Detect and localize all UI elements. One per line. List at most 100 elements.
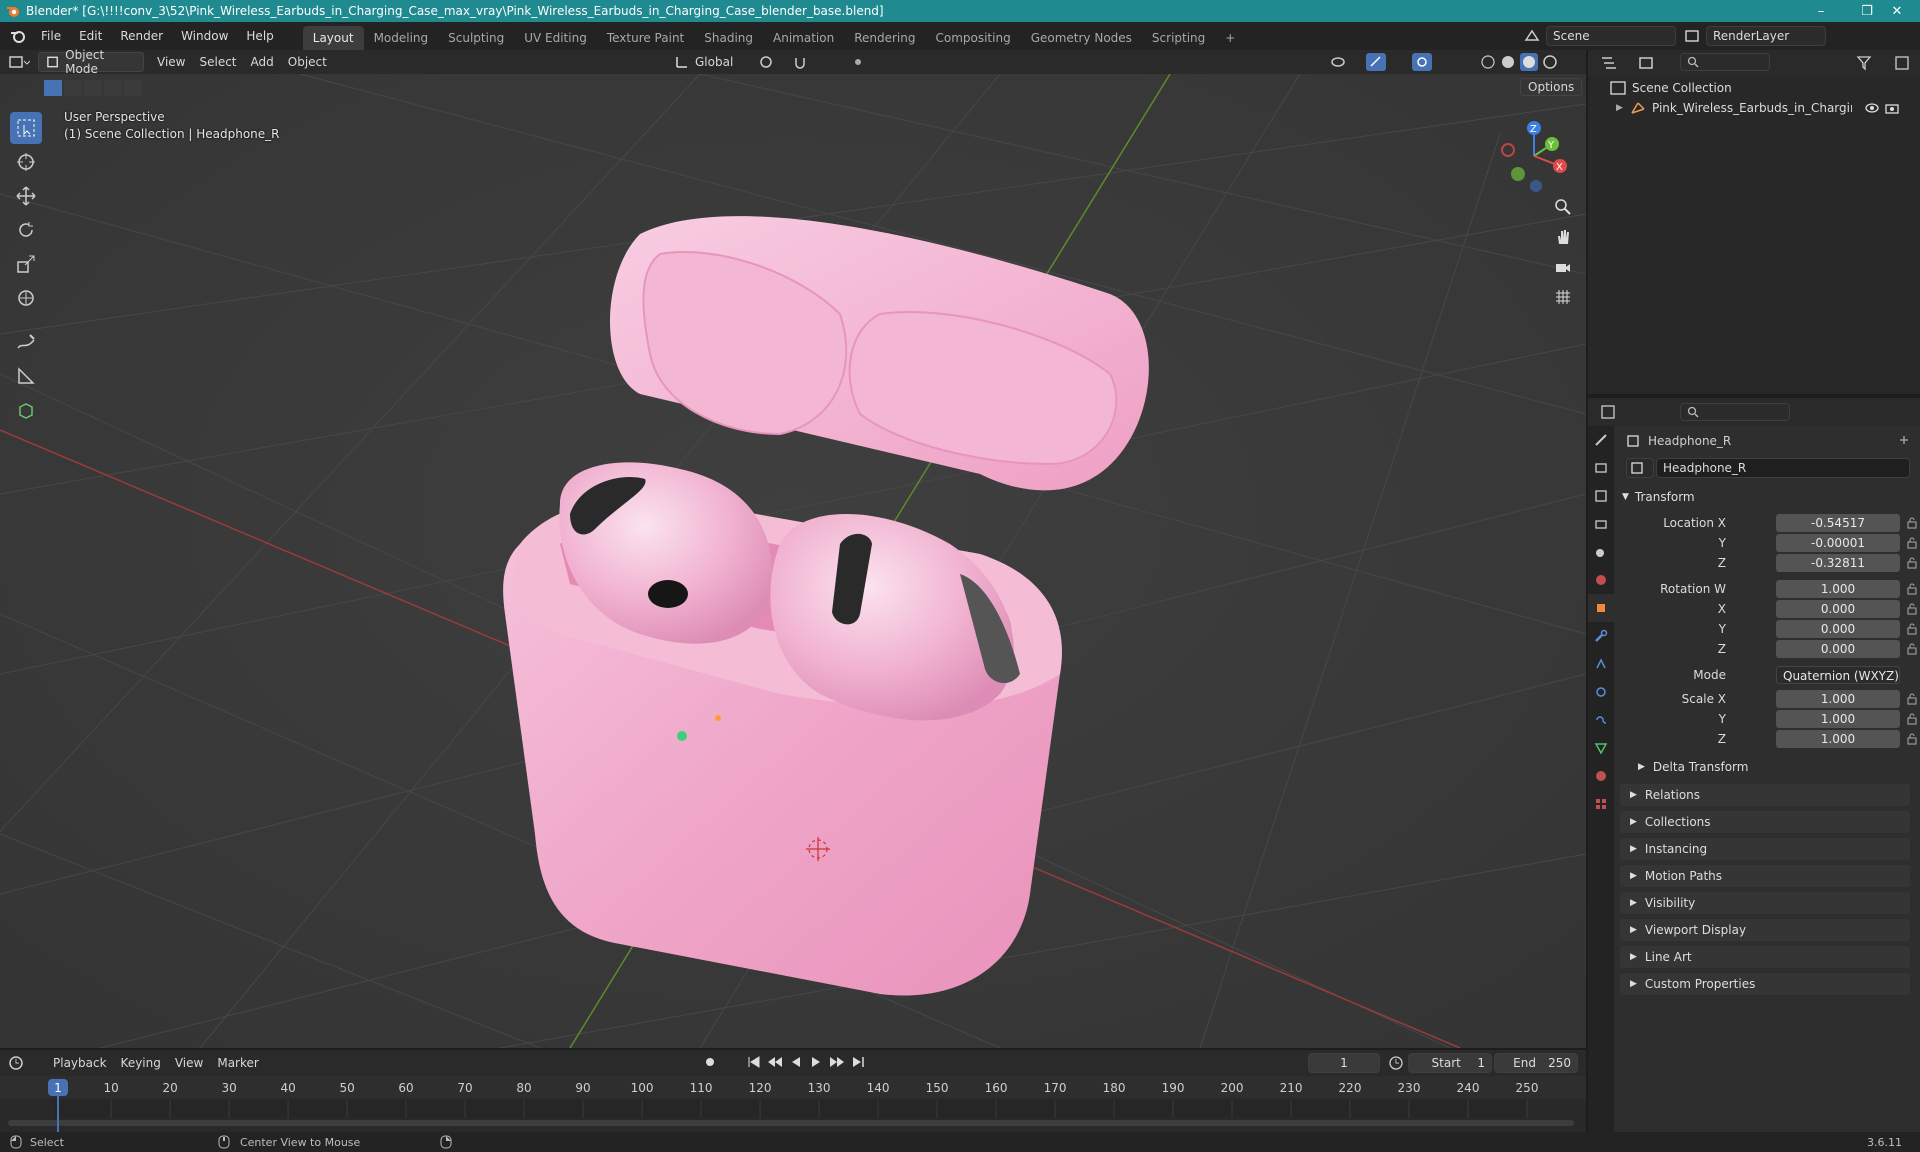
rotate-tool[interactable]	[10, 214, 42, 246]
minimize-button[interactable]: –	[1798, 0, 1844, 22]
tab-data[interactable]	[1588, 734, 1614, 762]
select-intersect-button[interactable]	[124, 80, 142, 96]
line-art-panel[interactable]: ▶ Line Art	[1620, 946, 1910, 968]
instancing-panel[interactable]: ▶ Instancing	[1620, 838, 1910, 860]
menu-add[interactable]: Add	[244, 52, 281, 72]
navigation-gizmo[interactable]: Z Y X	[1494, 114, 1574, 194]
lock-icon[interactable]	[1906, 733, 1918, 745]
play-icon[interactable]	[808, 1054, 824, 1070]
outliner-editor-type-icon[interactable]	[1600, 55, 1624, 71]
lock-icon[interactable]	[1906, 713, 1918, 725]
timeline-scrollbar[interactable]	[8, 1120, 1574, 1126]
move-tool[interactable]	[10, 180, 42, 212]
tab-world[interactable]	[1588, 566, 1614, 594]
add-workspace-button[interactable]: +	[1215, 26, 1245, 50]
transform-orientation-selector[interactable]: Global	[668, 52, 740, 72]
pan-view-button[interactable]	[1550, 224, 1576, 250]
menu-view[interactable]: View	[150, 52, 192, 72]
rotation-x-field[interactable]: 0.000	[1776, 600, 1900, 618]
annotate-tool[interactable]	[10, 326, 42, 358]
lock-icon[interactable]	[1906, 517, 1918, 529]
material-shading-icon[interactable]	[1520, 53, 1538, 71]
menu-marker[interactable]: Marker	[210, 1053, 265, 1073]
expand-arrow-icon[interactable]: ▶	[1616, 103, 1630, 113]
play-reverse-icon[interactable]	[788, 1054, 804, 1070]
camera-view-button[interactable]	[1550, 254, 1576, 280]
scene-selector[interactable]: Scene	[1546, 26, 1676, 46]
transform-panel-header[interactable]: ▼ Transform	[1622, 486, 1695, 508]
tab-tool[interactable]	[1588, 426, 1614, 454]
proportional-editing-icon[interactable]	[850, 54, 866, 70]
outliner-item-row[interactable]: ▶ Pink_Wireless_Earbuds_in_Charging_Cas	[1616, 98, 1916, 118]
motion-paths-panel[interactable]: ▶ Motion Paths	[1620, 865, 1910, 887]
rotation-mode-dropdown[interactable]: Quaternion (WXYZ)	[1776, 666, 1900, 684]
lock-icon[interactable]	[1906, 603, 1918, 615]
relations-panel[interactable]: ▶ Relations	[1620, 784, 1910, 806]
record-icon[interactable]	[702, 1054, 718, 1070]
select-invert-button[interactable]	[104, 80, 122, 96]
wireframe-shading-icon[interactable]	[1480, 54, 1496, 70]
tab-uv-editing[interactable]: UV Editing	[514, 26, 597, 50]
cursor-tool[interactable]	[10, 146, 42, 178]
scale-y-field[interactable]: 1.000	[1776, 710, 1900, 728]
tab-render[interactable]	[1588, 454, 1614, 482]
tab-scene[interactable]	[1588, 538, 1614, 566]
tab-scripting[interactable]: Scripting	[1142, 26, 1215, 50]
tab-output[interactable]	[1588, 482, 1614, 510]
menu-file[interactable]: File	[32, 22, 70, 50]
add-cube-tool[interactable]	[10, 394, 42, 426]
tab-texture[interactable]	[1588, 790, 1614, 818]
rotation-w-field[interactable]: 1.000	[1776, 580, 1900, 598]
visibility-filter-icon[interactable]	[1330, 54, 1350, 70]
start-frame-field[interactable]: Start 1	[1408, 1053, 1492, 1073]
delta-transform-panel-header[interactable]: ▶ Delta Transform	[1638, 756, 1748, 778]
overlays-toggle-icon[interactable]	[1412, 53, 1432, 71]
close-button[interactable]: ✕	[1874, 0, 1920, 22]
options-button[interactable]: Options	[1520, 78, 1583, 96]
tab-rendering[interactable]: Rendering	[844, 26, 925, 50]
next-keyframe-icon[interactable]	[828, 1054, 846, 1070]
tab-material[interactable]	[1588, 762, 1614, 790]
tab-animation[interactable]: Animation	[763, 26, 844, 50]
lock-icon[interactable]	[1906, 583, 1918, 595]
select-new-button[interactable]	[44, 80, 62, 96]
measure-tool[interactable]	[10, 360, 42, 392]
3d-viewport[interactable]: Options User Perspective (1) Scene Colle…	[0, 74, 1586, 1048]
menu-playback[interactable]: Playback	[46, 1053, 114, 1073]
prev-keyframe-icon[interactable]	[766, 1054, 784, 1070]
object-name-field[interactable]: Headphone_R	[1656, 458, 1910, 478]
solid-shading-icon[interactable]	[1500, 54, 1516, 70]
tab-physics[interactable]	[1588, 678, 1614, 706]
lock-icon[interactable]	[1906, 537, 1918, 549]
menu-help[interactable]: Help	[237, 22, 282, 50]
select-subtract-button[interactable]	[84, 80, 102, 96]
tab-view-layer[interactable]	[1588, 510, 1614, 538]
rendered-shading-icon[interactable]	[1542, 54, 1558, 70]
render-camera-icon[interactable]	[1884, 101, 1900, 115]
viewport-display-panel[interactable]: ▶ Viewport Display	[1620, 919, 1910, 941]
custom-properties-panel[interactable]: ▶ Custom Properties	[1620, 973, 1910, 995]
lock-icon[interactable]	[1906, 557, 1918, 569]
scale-z-field[interactable]: 1.000	[1776, 730, 1900, 748]
collections-panel[interactable]: ▶ Collections	[1620, 811, 1910, 833]
menu-timeline-view[interactable]: View	[168, 1053, 210, 1073]
tab-modeling[interactable]: Modeling	[364, 26, 439, 50]
blender-menu-icon[interactable]	[10, 28, 26, 44]
scale-x-field[interactable]: 1.000	[1776, 690, 1900, 708]
tab-constraints[interactable]	[1588, 706, 1614, 734]
zoom-view-button[interactable]	[1550, 194, 1576, 220]
tab-texture-paint[interactable]: Texture Paint	[597, 26, 694, 50]
gizmo-toggle-icon[interactable]	[1366, 53, 1386, 71]
render-layer-selector[interactable]: RenderLayer	[1706, 26, 1826, 46]
properties-search-input[interactable]	[1680, 403, 1790, 421]
new-collection-icon[interactable]	[1894, 55, 1910, 71]
menu-edit[interactable]: Edit	[70, 22, 111, 50]
menu-object[interactable]: Object	[281, 52, 334, 72]
pin-icon[interactable]	[1898, 434, 1910, 448]
jump-start-icon[interactable]	[746, 1054, 762, 1070]
menu-render[interactable]: Render	[111, 22, 172, 50]
location-x-field[interactable]: -0.54517	[1776, 514, 1900, 532]
scene-collection-row[interactable]: Scene Collection	[1610, 78, 1732, 98]
rotation-y-field[interactable]: 0.000	[1776, 620, 1900, 638]
tab-shading[interactable]: Shading	[694, 26, 763, 50]
